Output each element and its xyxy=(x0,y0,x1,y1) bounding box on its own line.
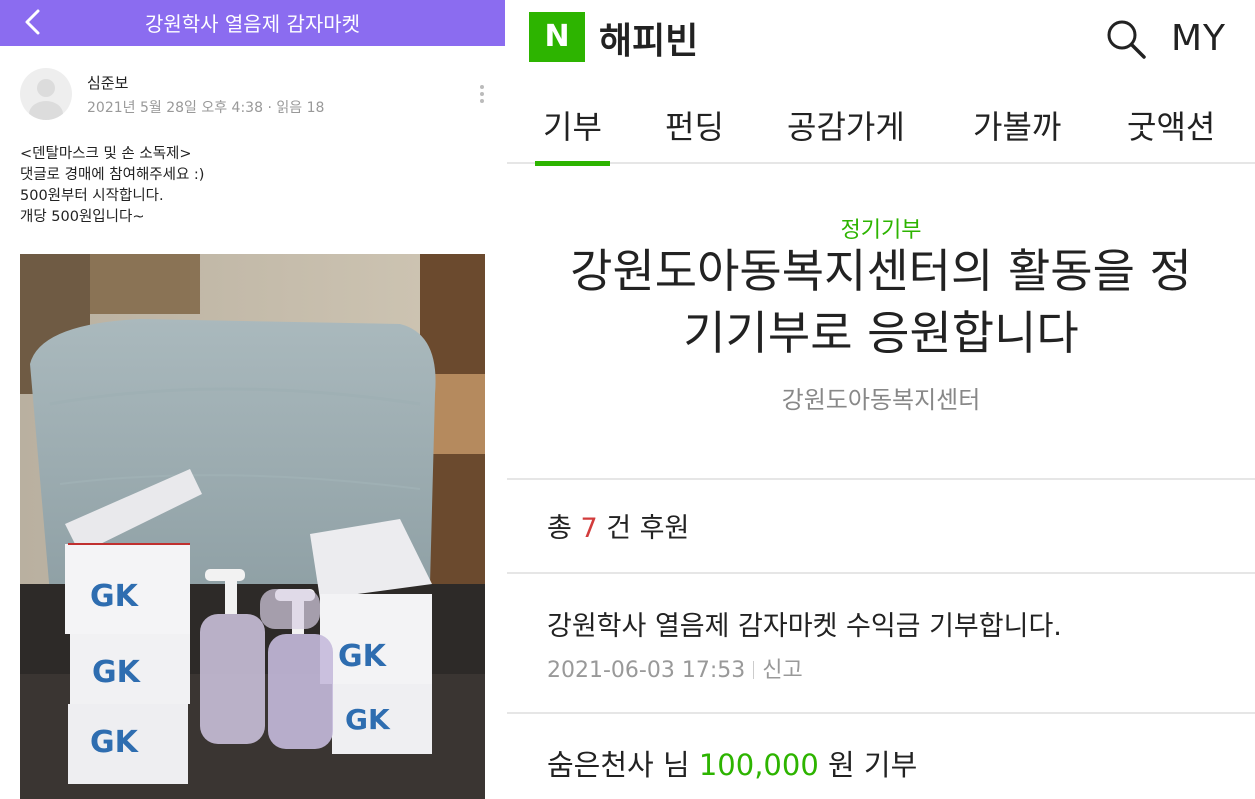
tab-shall-we-go[interactable]: 가볼까 xyxy=(973,102,1061,164)
post-line: 댓글로 경매에 참여해주세요 :) xyxy=(20,167,205,183)
section-divider xyxy=(507,478,1255,480)
headline-line: 기기부로 응원합니다 xyxy=(683,306,1079,360)
post-photo[interactable]: GK GK GK GK GK xyxy=(20,254,485,799)
donation-entry-meta: 2021-06-03 17:53 신고 xyxy=(547,652,803,684)
donation-count: 총 7 건 후원 xyxy=(547,506,689,545)
donation-amount: 100,000 xyxy=(698,748,819,782)
section-divider xyxy=(507,712,1255,714)
screen: 강원학사 열음제 감자마켓 심준보 2021년 5월 28일 오후 4:38 ·… xyxy=(0,0,1255,799)
tab-empathy-store[interactable]: 공감가게 xyxy=(787,102,905,164)
post-body: <덴탈마스크 및 손 소독제> 댓글로 경매에 참여해주세요 :) 500원부터… xyxy=(20,144,204,228)
report-link[interactable]: 신고 xyxy=(762,658,802,683)
headline-line: 강원도아동복지센터의 활동을 정 xyxy=(570,244,1192,298)
tab-funding[interactable]: 펀딩 xyxy=(665,102,724,164)
brand-name[interactable]: 해피빈 xyxy=(599,12,698,64)
more-options-icon[interactable] xyxy=(472,82,492,108)
campaign-headline: 강원도아동복지센터의 활동을 정 기기부로 응원합니다 xyxy=(547,240,1215,364)
naver-logo[interactable]: N xyxy=(529,12,585,62)
post-date: 2021년 5월 28일 오후 4:38 xyxy=(87,100,263,116)
count-prefix: 총 xyxy=(547,513,572,544)
search-icon[interactable] xyxy=(1105,18,1147,60)
product-photo-image: GK GK GK GK GK xyxy=(20,254,485,799)
count-suffix: 건 후원 xyxy=(606,513,690,544)
svg-text:GK: GK xyxy=(90,725,140,760)
svg-text:GK: GK xyxy=(338,639,388,674)
cafe-post-panel: 강원학사 열음제 감자마켓 심준보 2021년 5월 28일 오후 4:38 ·… xyxy=(0,0,505,799)
author-name[interactable]: 심준보 xyxy=(87,72,128,93)
donor-row: 숨은천사 님 100,000 원 기부 xyxy=(547,742,917,784)
entry-timestamp: 2021-06-03 17:53 xyxy=(547,658,746,683)
svg-text:GK: GK xyxy=(90,579,140,614)
svg-text:GK: GK xyxy=(345,703,391,736)
donation-entry-title: 강원학사 열음제 감자마켓 수익금 기부합니다. xyxy=(547,611,1062,642)
svg-text:GK: GK xyxy=(92,655,142,690)
tab-bar: 기부 펀딩 공감가게 가볼까 굿액션 xyxy=(507,92,1255,166)
default-profile-icon xyxy=(29,79,63,120)
donor-name: 숨은천사 님 xyxy=(547,748,690,782)
donation-unit: 원 기부 xyxy=(828,748,918,782)
section-divider xyxy=(507,572,1255,574)
happybean-panel: N 해피빈 MY 기부 펀딩 공감가게 가볼까 굿액션 정기기부 강원도아동복지… xyxy=(507,0,1255,799)
post-line: 500원부터 시작합니다. xyxy=(20,188,164,204)
tab-donate[interactable]: 기부 xyxy=(535,102,610,166)
post-views: 읽음 18 xyxy=(276,100,325,116)
post-line: <덴탈마스크 및 손 소독제> xyxy=(20,146,192,162)
organization-name[interactable]: 강원도아동복지센터 xyxy=(507,380,1255,415)
my-button[interactable]: MY xyxy=(1171,18,1226,59)
post-meta: 2021년 5월 28일 오후 4:38 · 읽음 18 xyxy=(87,97,324,117)
avatar[interactable] xyxy=(20,68,72,120)
post-line: 개당 500원입니다~ xyxy=(20,209,145,225)
tab-good-action[interactable]: 굿액션 xyxy=(1127,102,1215,164)
top-bar: 강원학사 열음제 감자마켓 xyxy=(0,0,505,46)
count-number: 7 xyxy=(580,513,598,544)
meta-separator xyxy=(753,661,755,679)
board-title: 강원학사 열음제 감자마켓 xyxy=(144,12,361,36)
